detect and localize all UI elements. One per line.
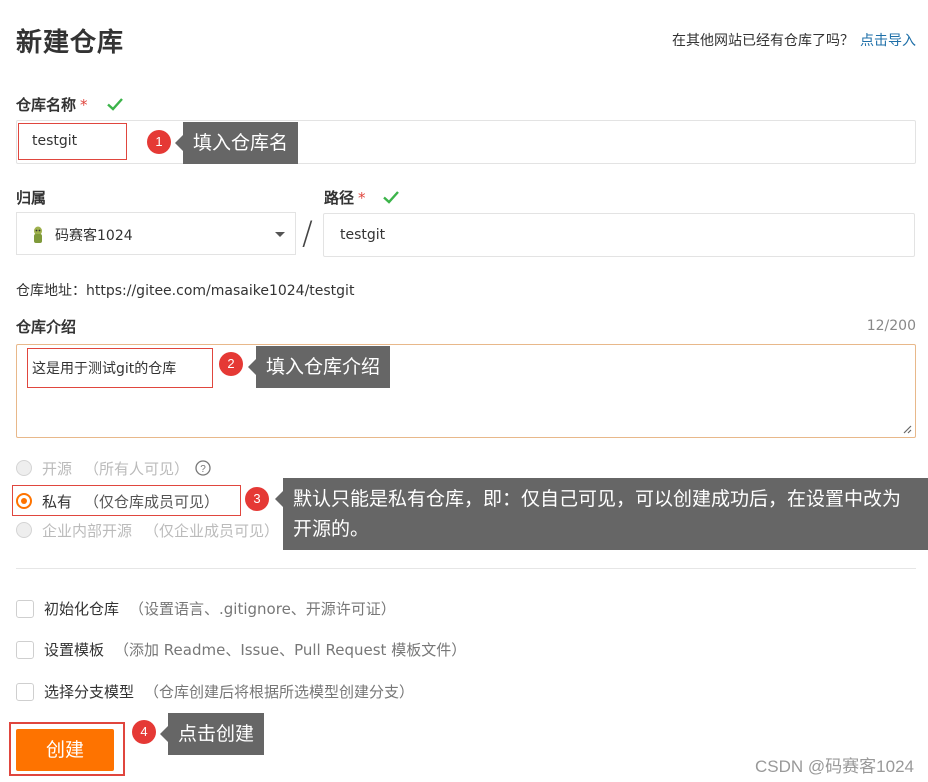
checkbox[interactable] bbox=[16, 682, 34, 701]
path-value: testgit bbox=[340, 227, 386, 243]
checkbox[interactable] bbox=[16, 599, 34, 618]
resize-handle-icon[interactable] bbox=[902, 424, 912, 434]
path-input[interactable] bbox=[323, 213, 915, 257]
valid-check-icon bbox=[383, 191, 399, 204]
radio-sub: （所有人可见） bbox=[84, 459, 190, 478]
annotation-badge-1: 1 bbox=[147, 130, 171, 154]
annotation-callout-2: 填入仓库介绍 bbox=[247, 346, 391, 388]
option-init-repo[interactable]: 初始化仓库 （设置语言、.gitignore、开源许可证） bbox=[16, 598, 396, 619]
import-hint: 在其他网站已经有仓库了吗？ 点击导入 bbox=[672, 30, 916, 50]
option-sub: （设置语言、.gitignore、开源许可证） bbox=[129, 600, 396, 618]
owner-select[interactable]: 码赛客1024 bbox=[16, 212, 296, 255]
repo-name-label: 仓库名称 * bbox=[16, 94, 88, 115]
radio-button[interactable] bbox=[16, 460, 32, 476]
radio-public[interactable]: 开源 （所有人可见） ? bbox=[16, 457, 211, 479]
option-branch-model[interactable]: 选择分支模型 （仓库创建后将根据所选模型创建分支） bbox=[16, 681, 414, 702]
intro-value: 这是用于测试git的仓库 bbox=[32, 361, 177, 377]
path-separator: / bbox=[302, 214, 313, 252]
option-template[interactable]: 设置模板 （添加 Readme、Issue、Pull Request 模板文件） bbox=[16, 639, 466, 660]
owner-label: 归属 bbox=[16, 189, 47, 207]
watermark: CSDN @码赛客1024 bbox=[755, 757, 914, 776]
create-button[interactable]: 创建 bbox=[16, 729, 114, 771]
chevron-down-icon bbox=[275, 232, 285, 237]
annotation-badge-2: 2 bbox=[219, 352, 243, 376]
radio-button-checked[interactable] bbox=[16, 493, 32, 509]
radio-label: 开源 bbox=[42, 459, 73, 478]
repo-name-value: testgit bbox=[32, 133, 78, 149]
option-label: 选择分支模型 bbox=[44, 683, 135, 701]
valid-check-icon bbox=[107, 98, 123, 111]
option-sub: （仓库创建后将根据所选模型创建分支） bbox=[144, 683, 415, 701]
svg-text:?: ? bbox=[200, 464, 206, 475]
annotation-callout-4: 点击创建 bbox=[159, 713, 265, 755]
import-hint-text: 在其他网站已经有仓库了吗？ bbox=[672, 33, 854, 49]
option-sub: （添加 Readme、Issue、Pull Request 模板文件） bbox=[114, 641, 467, 659]
repo-name-label-text: 仓库名称 bbox=[16, 96, 77, 114]
option-label: 初始化仓库 bbox=[44, 600, 120, 618]
divider bbox=[16, 568, 916, 569]
annotation-callout-1: 填入仓库名 bbox=[174, 122, 299, 164]
owner-selected: 码赛客1024 bbox=[55, 228, 133, 244]
help-icon[interactable]: ? bbox=[195, 460, 211, 476]
radio-label: 企业内部开源 bbox=[42, 521, 133, 540]
intro-label: 仓库介绍 bbox=[16, 318, 77, 336]
radio-enterprise[interactable]: 企业内部开源 （仅企业成员可见） bbox=[16, 519, 279, 541]
required-mark: * bbox=[358, 189, 366, 207]
page-title: 新建仓库 bbox=[16, 28, 125, 58]
annotation-badge-4: 4 bbox=[132, 720, 156, 744]
import-link[interactable]: 点击导入 bbox=[860, 33, 916, 49]
path-label-text: 路径 bbox=[324, 189, 355, 207]
annotation-callout-3: 默认只能是私有仓库，即：仅自己可见，可以创建成功后，在设置中改为开源的。 bbox=[275, 478, 928, 550]
required-mark: * bbox=[80, 96, 88, 114]
annotation-badge-3: 3 bbox=[245, 487, 269, 511]
path-label: 路径 * bbox=[324, 187, 366, 208]
radio-button[interactable] bbox=[16, 522, 32, 538]
radio-label: 私有 bbox=[42, 492, 73, 511]
owner-avatar-icon bbox=[34, 226, 42, 243]
checkbox[interactable] bbox=[16, 640, 34, 659]
radio-sub: （仅仓库成员可见） bbox=[84, 492, 220, 511]
intro-counter: 12/200 bbox=[866, 318, 916, 334]
option-label: 设置模板 bbox=[44, 641, 105, 659]
repo-url: 仓库地址：https://gitee.com/masaike1024/testg… bbox=[16, 283, 355, 299]
radio-private[interactable]: 私有 （仅仓库成员可见） bbox=[16, 490, 219, 512]
radio-sub: （仅企业成员可见） bbox=[144, 521, 280, 540]
